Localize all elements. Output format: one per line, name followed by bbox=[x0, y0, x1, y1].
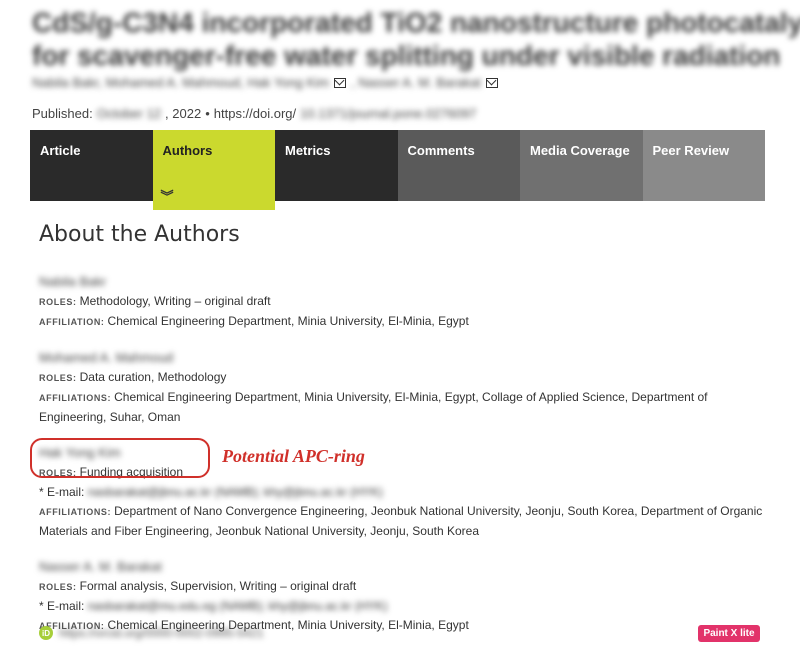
author-names-blurred[interactable]: Nabila Bakr, Mohamed A. Mahmoud, Hak Yon… bbox=[32, 75, 329, 90]
article-title: CdS/g-C3N4 incorporated TiO2 nanostructu… bbox=[32, 6, 800, 72]
annotation-circle bbox=[30, 438, 210, 478]
orcid-icon: iD bbox=[39, 626, 53, 640]
author-byline: Nabila Bakr, Mohamed A. Mahmoud, Hak Yon… bbox=[32, 75, 499, 90]
tab-authors[interactable]: Authors ︾ bbox=[152, 130, 275, 210]
author-affiliations: Chemical Engineering Department, Minia U… bbox=[39, 390, 708, 424]
published-date-blurred: October 12 bbox=[96, 106, 162, 121]
email-prefix: * E-mail: bbox=[39, 485, 85, 499]
roles-label: ROLES: bbox=[39, 373, 77, 383]
affiliations-label: AFFILIATIONS: bbox=[39, 393, 112, 403]
annotation-text: Potential APC-ring bbox=[222, 446, 365, 466]
published-line: Published: October 12 , 2022 • https://d… bbox=[32, 106, 477, 121]
affiliations-label: AFFILIATIONS: bbox=[39, 507, 112, 517]
author-name-blurred: Nabila Bakr bbox=[39, 274, 107, 289]
orcid-url-blurred[interactable]: https://orcid.org/0000-0002-0995-5421 bbox=[59, 626, 264, 640]
paint-x-lite-badge[interactable]: Paint X lite bbox=[698, 625, 760, 642]
bullet: • bbox=[205, 106, 210, 121]
tab-comments[interactable]: Comments bbox=[397, 130, 520, 201]
author-roles: Formal analysis, Supervision, Writing – … bbox=[79, 579, 357, 593]
affiliation-label: AFFILIATION: bbox=[39, 317, 105, 327]
author-affiliation: Chemical Engineering Department, Minia U… bbox=[107, 314, 469, 328]
tab-metrics[interactable]: Metrics bbox=[275, 130, 398, 201]
doi-blurred[interactable]: 10.1371/journal.pone.0276097 bbox=[300, 106, 476, 121]
author-entry: Mohamed A. Mahmoud ROLES: Data curation, … bbox=[39, 350, 764, 427]
article-tabs: Article Authors ︾ Metrics Comments Media… bbox=[30, 130, 765, 210]
email-prefix: * E-mail: bbox=[39, 599, 85, 613]
author-name-blurred: Mohamed A. Mahmoud bbox=[39, 350, 174, 365]
chevron-down-icon: ︾ bbox=[160, 189, 174, 204]
author-name-blurred: Nasser A. M. Barakat bbox=[39, 559, 162, 574]
author-entry: Nasser A. M. Barakat ROLES: Formal analys… bbox=[39, 559, 764, 636]
page-heading: About the Authors bbox=[39, 222, 240, 247]
author-roles: Data curation, Methodology bbox=[79, 370, 227, 384]
email-blurred[interactable]: nasbarakat@jbnu.ac.kr (NAMB); khy@jbnu.a… bbox=[88, 485, 383, 499]
author-entry: Nabila Bakr ROLES: Methodology, Writing –… bbox=[39, 274, 764, 332]
tab-media-coverage[interactable]: Media Coverage bbox=[520, 130, 643, 201]
mail-icon[interactable] bbox=[334, 77, 346, 88]
author-affiliations: Department of Nano Convergence Engineeri… bbox=[39, 504, 763, 538]
title-line-2: for scavenger-free water splitting under… bbox=[32, 40, 781, 71]
roles-label: ROLES: bbox=[39, 297, 77, 307]
published-year: , 2022 bbox=[165, 106, 202, 121]
author-roles: Methodology, Writing – original draft bbox=[79, 294, 271, 308]
roles-label: ROLES: bbox=[39, 582, 77, 592]
tab-peer-review[interactable]: Peer Review bbox=[642, 130, 765, 201]
email-blurred[interactable]: nasbarakat@mu.edu.eg (NAMB); khy@jbnu.ac… bbox=[88, 599, 388, 613]
author-names-blurred-2[interactable]: , Nasser A. M. Barakat bbox=[351, 75, 481, 90]
tab-article[interactable]: Article bbox=[30, 130, 153, 201]
tab-authors-label: Authors bbox=[162, 143, 213, 158]
title-line-1: CdS/g-C3N4 incorporated TiO2 nanostructu… bbox=[32, 7, 800, 38]
published-label: Published: bbox=[32, 106, 93, 121]
orcid-link[interactable]: iD https://orcid.org/0000-0002-0995-5421 bbox=[39, 626, 264, 640]
mail-icon[interactable] bbox=[486, 77, 499, 88]
doi-prefix[interactable]: https://doi.org/ bbox=[214, 106, 296, 121]
